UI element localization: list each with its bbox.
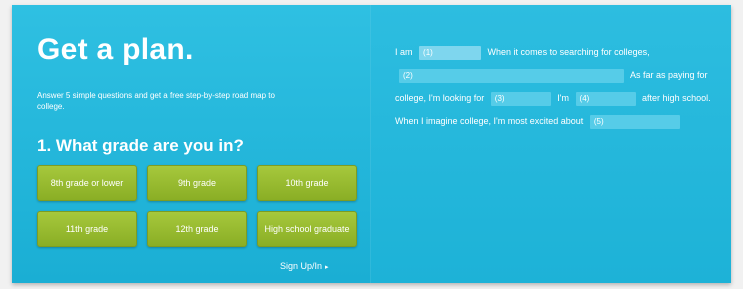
caret-right-icon: ▸	[325, 264, 329, 271]
plan-subtitle: Answer 5 simple questions and get a free…	[37, 91, 275, 111]
answer-blank-5[interactable]: (5)	[589, 114, 680, 129]
grade-button-hs-graduate[interactable]: High school graduate	[257, 211, 357, 247]
page-title: Get a plan.	[37, 33, 194, 66]
grade-button-11th[interactable]: 11th grade	[37, 211, 137, 247]
plan-summary-panel: I am (1) When it comes to searching for …	[370, 5, 731, 283]
sign-in-label: Sign Up/In	[280, 261, 323, 271]
question-heading: 1. What grade are you in?	[37, 136, 244, 155]
plan-widget: Get a plan. Answer 5 simple questions an…	[12, 5, 731, 283]
summary-text-4: I'm	[557, 93, 570, 103]
summary-text-2: When it comes to searching for colleges,	[487, 47, 650, 57]
grade-button-8th-or-lower[interactable]: 8th grade or lower	[37, 165, 137, 201]
answer-summary: I am (1) When it comes to searching for …	[395, 41, 725, 133]
grade-button-12th[interactable]: 12th grade	[147, 211, 247, 247]
answer-blank-4[interactable]: (4)	[575, 91, 636, 106]
grade-button-10th[interactable]: 10th grade	[257, 165, 357, 201]
plan-left-panel: Get a plan. Answer 5 simple questions an…	[12, 5, 370, 283]
answer-blank-2[interactable]: (2)	[399, 68, 624, 83]
grade-options: 8th grade or lower 9th grade 10th grade …	[37, 165, 357, 247]
answer-blank-1[interactable]: (1)	[419, 45, 482, 60]
summary-text-1: I am	[395, 47, 413, 57]
grade-button-9th[interactable]: 9th grade	[147, 165, 247, 201]
answer-blank-3[interactable]: (3)	[490, 91, 551, 106]
sign-in-link[interactable]: Sign Up/In ▸	[280, 261, 329, 271]
